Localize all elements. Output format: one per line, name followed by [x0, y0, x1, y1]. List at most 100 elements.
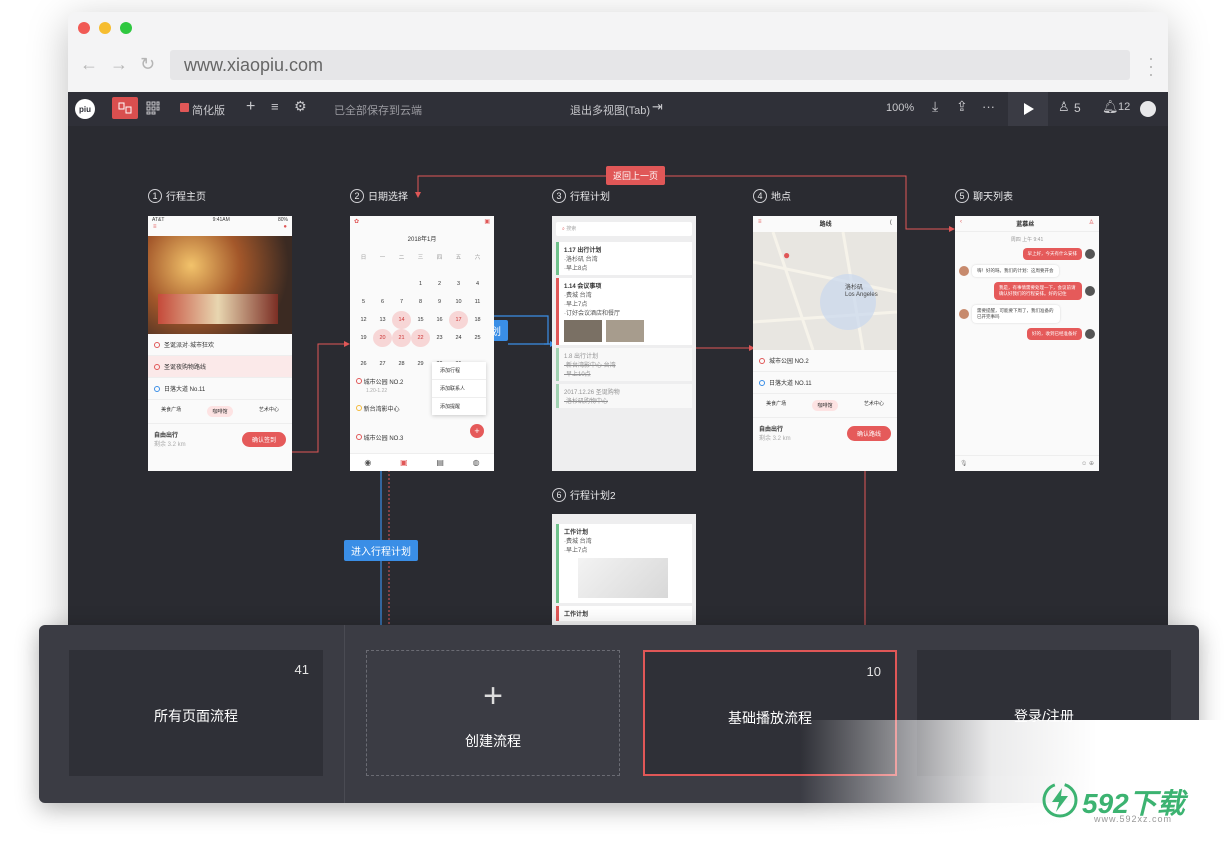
grid-view-icon[interactable] — [146, 101, 160, 115]
calendar-day[interactable]: 3 — [449, 275, 468, 293]
calendar-day[interactable]: 27 — [373, 355, 392, 373]
minimize-window-dot[interactable] — [99, 22, 111, 34]
calendar-day[interactable]: 29 — [411, 355, 430, 373]
search-input[interactable]: ⌕ 搜索 — [556, 222, 692, 236]
calendar-day[interactable]: 8 — [411, 293, 430, 311]
confirm-button[interactable]: 确认签到 — [241, 431, 286, 447]
page-thumbnail-3[interactable]: ⌕ 搜索 1.17 出行计划 ·洛杉矶 台湾 ·早上8点 1.14 会议事项 ·费城 … — [552, 216, 696, 471]
list-item[interactable]: 圣诞派对·城市狂欢 — [148, 334, 292, 356]
calendar-day[interactable]: 9 — [430, 293, 449, 311]
play-button[interactable] — [1008, 92, 1048, 126]
exit-multiview-button[interactable]: 退出多视图(Tab) — [570, 102, 650, 118]
calendar-day[interactable] — [373, 267, 392, 285]
avatar[interactable] — [1140, 101, 1156, 117]
plan-card[interactable]: 工作计划 — [556, 606, 692, 621]
exit-icon[interactable]: ⇥ — [652, 99, 663, 115]
calendar-day[interactable]: 15 — [411, 311, 430, 329]
list-item[interactable]: 日落大道 NO.11 — [753, 372, 897, 394]
calendar-day[interactable]: 4 — [468, 275, 487, 293]
calendar-day[interactable]: 21 — [392, 329, 411, 347]
address-bar[interactable]: www.xiaopiu.com — [170, 50, 1130, 80]
calendar-day[interactable]: 11 — [468, 293, 487, 311]
reload-icon[interactable]: ↻ — [140, 54, 155, 75]
calendar-day[interactable]: 25 — [468, 329, 487, 347]
simplified-checkbox[interactable] — [180, 103, 189, 112]
list-item[interactable]: 圣诞夜购物路线 — [148, 356, 292, 378]
calendar-day[interactable]: 16 — [430, 311, 449, 329]
popup-item[interactable]: 添加联系人 — [432, 380, 486, 398]
plan-card[interactable]: 1.17 出行计划 ·洛杉矶 台湾 ·早上8点 — [556, 242, 692, 275]
create-flow-button[interactable]: + 创建流程 — [366, 650, 620, 776]
calendar-day[interactable]: 10 — [449, 293, 468, 311]
page-title-6[interactable]: 6 行程计划2 — [552, 487, 616, 502]
add-icon[interactable]: + — [246, 98, 255, 116]
forward-icon[interactable]: → — [110, 54, 128, 75]
calendar-day[interactable]: 18 — [468, 311, 487, 329]
zoom-level[interactable]: 100% — [886, 102, 914, 114]
flow-card-all-pages[interactable]: 41 所有页面流程 — [69, 650, 323, 776]
enter-plan-link-label-2[interactable]: 进入行程计划 — [344, 540, 418, 561]
user-icon[interactable]: ◍ — [473, 458, 480, 467]
list-item[interactable]: 日落大道 No.11 — [148, 378, 292, 400]
emoji-icon[interactable]: ☺ ⊕ — [1081, 460, 1094, 467]
share-icon[interactable]: ⇪ — [956, 98, 968, 115]
calendar-day[interactable]: 14 — [392, 311, 411, 329]
settings-icon[interactable]: ⚙ — [294, 98, 307, 115]
calendar-tab-icon[interactable]: ▣ — [400, 458, 408, 467]
close-window-dot[interactable] — [78, 22, 90, 34]
plan-card[interactable]: 2017.12.26 圣诞购物 ·洛杉矶购物中心 — [556, 384, 692, 408]
category[interactable]: 咖啡馆 — [207, 406, 233, 417]
plan-card[interactable]: 工作计划 ·费城 台湾 ·早上7点 — [556, 524, 692, 603]
category[interactable]: 艺术中心 — [864, 400, 884, 411]
calendar-day[interactable]: 28 — [392, 355, 411, 373]
browser-menu-icon[interactable]: · · · — [1148, 49, 1154, 83]
maximize-window-dot[interactable] — [120, 22, 132, 34]
page-thumbnail-1[interactable]: AT&T 9:41AM 80% ≡ ● 圣诞派对·城市狂欢 圣诞夜购物路线 日落大道 … — [148, 216, 292, 471]
page-thumbnail-2[interactable]: ✿ ▣ 2018年1月 日一二三四五六 1 2 3 4 5 6 7 8 9 10 11 12 13 14 15 1… — [350, 216, 494, 471]
calendar-day[interactable]: 20 — [373, 329, 392, 347]
event-item[interactable]: 城市公园 NO.3 — [356, 433, 488, 442]
calendar-day[interactable]: 5 — [354, 293, 373, 311]
back-icon[interactable]: ← — [80, 54, 98, 75]
calendar-day[interactable]: 7 — [392, 293, 411, 311]
add-fab[interactable]: + — [470, 424, 484, 438]
page-title-4[interactable]: 4 地点 — [753, 188, 791, 203]
align-icon[interactable]: ≡ — [271, 99, 279, 114]
category[interactable]: 艺术中心 — [259, 406, 279, 417]
download-icon[interactable]: ⤓ — [932, 98, 938, 115]
page-title-1[interactable]: 1 行程主页 — [148, 188, 206, 203]
list-item[interactable]: 城市公园 NO.2 — [753, 350, 897, 372]
calendar-day[interactable]: 23 — [430, 329, 449, 347]
calendar-day[interactable]: 6 — [373, 293, 392, 311]
category[interactable]: 美食广场 — [161, 406, 181, 417]
calendar-day[interactable]: 26 — [354, 355, 373, 373]
page-thumbnail-5[interactable]: ‹ 蓝慕丝 ♙ 周四 上午 9:41 早上好，今天有什么安排 嗨！好的呀。我们的计划：… — [955, 216, 1099, 471]
calendar-day[interactable]: 19 — [354, 329, 373, 347]
calendar-day[interactable]: 1 — [411, 275, 430, 293]
design-canvas[interactable]: 返回上一页 进入行程计划 进入行程计划 1行程主页 2日期选择 3行程计划 4地… — [68, 126, 1168, 662]
calendar-day[interactable] — [354, 267, 373, 285]
page-title-3[interactable]: 3 行程计划 — [552, 188, 610, 203]
voice-icon[interactable]: 🎙︎ — [960, 460, 968, 467]
bell-icon[interactable]: 🔔︎ — [1102, 99, 1119, 115]
page-thumbnail-4[interactable]: ≡ 路线 ⟨ ● 洛杉矶 Los Angeles 城市公园 NO.2 日落大道 NO… — [753, 216, 897, 471]
chat-icon[interactable]: ▤ — [436, 458, 444, 467]
map-view[interactable]: ● 洛杉矶 Los Angeles — [753, 232, 897, 350]
compass-icon[interactable]: ◉ — [364, 458, 371, 467]
more-menu[interactable]: ··· — [982, 99, 995, 114]
confirm-route-button[interactable]: 确认路线 — [846, 425, 891, 441]
multiview-button[interactable] — [112, 97, 138, 119]
calendar-day[interactable]: 24 — [449, 329, 468, 347]
category[interactable]: 咖啡馆 — [812, 400, 838, 411]
plan-card[interactable]: 1.14 会议事项 ·费城 台湾 ·早上7点 ·订好会议酒店和餐厅 — [556, 278, 692, 345]
calendar-day[interactable]: 2 — [430, 275, 449, 293]
popup-item[interactable]: 添加行程 — [432, 362, 486, 380]
category[interactable]: 美食广场 — [766, 400, 786, 411]
back-prev-link-label[interactable]: 返回上一页 — [606, 166, 666, 185]
calendar-day[interactable]: 22 — [411, 329, 430, 347]
calendar-day[interactable]: 17 — [449, 311, 468, 329]
page-title-5[interactable]: 5 聊天列表 — [955, 188, 1013, 203]
plan-card[interactable]: 1.8 出行计划 ·新台湾影中心 台湾 ·早上10点 — [556, 348, 692, 381]
popup-item[interactable]: 添加提醒 — [432, 398, 486, 415]
calendar-day[interactable]: 13 — [373, 311, 392, 329]
